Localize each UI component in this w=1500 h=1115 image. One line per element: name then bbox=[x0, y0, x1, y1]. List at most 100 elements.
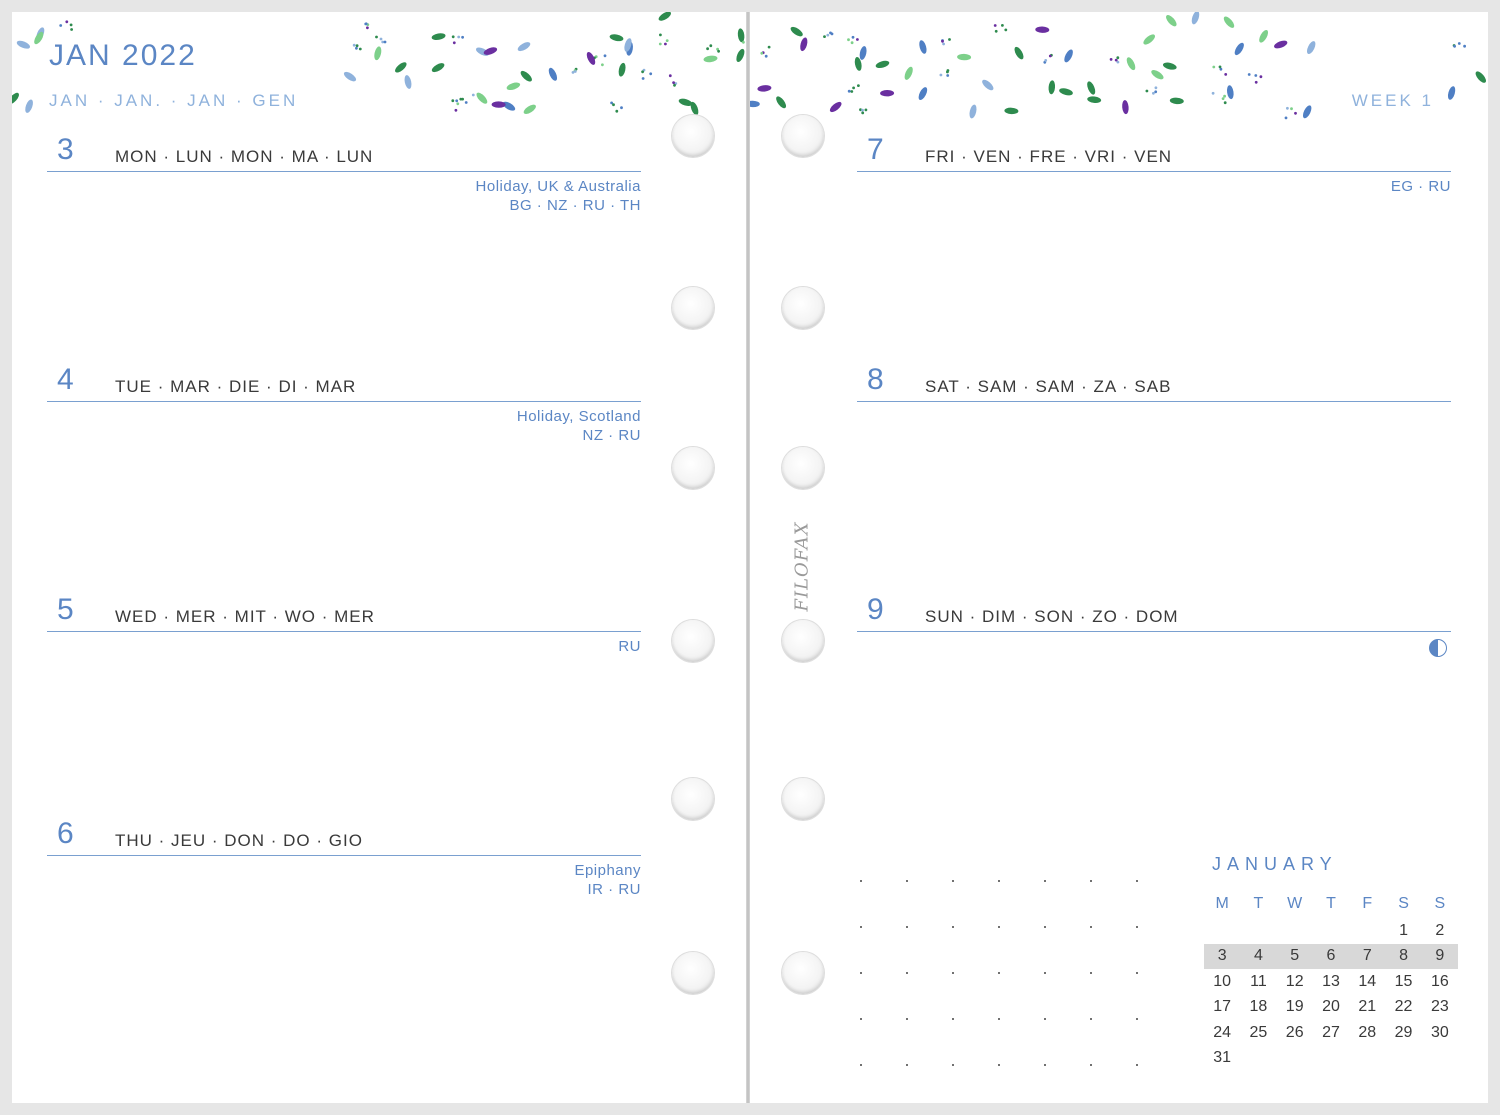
confetti-dot bbox=[659, 33, 662, 37]
day-block-8[interactable]: 8 SAT · SAM · SAM · ZA · SAB bbox=[857, 363, 1451, 473]
confetti-dot bbox=[641, 70, 644, 74]
leaf-shape bbox=[1048, 80, 1056, 95]
confetti-dot bbox=[649, 72, 653, 76]
confetti-dot bbox=[857, 84, 860, 87]
binder-hole bbox=[782, 620, 824, 662]
leaf-shape bbox=[969, 104, 977, 119]
confetti-dot bbox=[620, 106, 623, 110]
leaf-shape bbox=[1226, 85, 1234, 100]
calendar-day: 16 bbox=[1430, 972, 1449, 990]
calendar-day bbox=[1349, 1046, 1385, 1072]
day-names: THU · JEU · DON · DO · GIO bbox=[115, 831, 363, 850]
day-block-5[interactable]: 5 WED · MER · MIT · WO · MER RU bbox=[47, 593, 641, 703]
confetti-dot bbox=[1254, 80, 1258, 84]
grid-dot bbox=[1136, 1064, 1138, 1066]
confetti-dot bbox=[379, 37, 383, 41]
calendar-day: 24 bbox=[1213, 1023, 1232, 1041]
calendar-day bbox=[1277, 1046, 1313, 1072]
day-names: MON · LUN · MON · MA · LUN bbox=[115, 147, 374, 166]
confetti-dot bbox=[65, 20, 69, 24]
day-notes: RU bbox=[618, 637, 641, 656]
day-block-3[interactable]: 3 MON · LUN · MON · MA · LUN Holiday, UK… bbox=[47, 133, 641, 243]
day-block-9[interactable]: 9 SUN · DIM · SON · ZO · DOM bbox=[857, 593, 1451, 703]
leaf-shape bbox=[1151, 70, 1164, 80]
confetti-dot bbox=[1259, 75, 1263, 79]
leaf-shape bbox=[1162, 62, 1177, 70]
confetti-dot bbox=[461, 35, 464, 39]
leaf-shape bbox=[703, 55, 718, 63]
brand-wordmark: FILOFAX bbox=[791, 520, 813, 612]
confetti-dot bbox=[641, 77, 645, 80]
leaf-shape bbox=[431, 33, 446, 40]
binder-hole bbox=[672, 447, 714, 489]
confetti-dot bbox=[612, 103, 615, 107]
day-rule bbox=[857, 631, 1451, 632]
leaf-shape bbox=[919, 40, 927, 54]
calendar-day bbox=[1277, 918, 1313, 944]
calendar-day: 21 bbox=[1358, 998, 1377, 1016]
leaf-shape bbox=[904, 66, 913, 80]
confetti-dot bbox=[830, 32, 834, 36]
day-block-4[interactable]: 4 TUE · MAR · DIE · DI · MAR Holiday, Sc… bbox=[47, 363, 641, 473]
calendar-week-row: 31 bbox=[1204, 1046, 1458, 1072]
confetti-dot bbox=[1154, 86, 1158, 90]
leaf-shape bbox=[859, 46, 867, 60]
leaf-shape bbox=[431, 63, 445, 73]
day-block-7[interactable]: 7 FRI · VEN · FRE · VRI · VEN EG · RU bbox=[857, 133, 1451, 243]
day-rule bbox=[857, 401, 1451, 402]
grid-dot bbox=[952, 926, 954, 928]
leaf-shape bbox=[1191, 12, 1200, 25]
confetti-dot bbox=[1212, 65, 1216, 69]
leaf-shape bbox=[395, 62, 407, 73]
calendar-day: 7 bbox=[1349, 943, 1386, 969]
leaf-shape bbox=[374, 46, 382, 61]
leaf-shape bbox=[1169, 97, 1184, 105]
confetti-dot bbox=[1294, 111, 1297, 115]
confetti-dot bbox=[383, 40, 387, 44]
confetti-dot bbox=[1224, 73, 1228, 76]
day-notes: Holiday, UK & Australia BG · NZ · RU · T… bbox=[476, 177, 641, 215]
day-rule bbox=[47, 855, 641, 856]
leaf-shape bbox=[1004, 107, 1019, 115]
confetti-dot bbox=[1223, 94, 1226, 98]
holiday-countries: NZ · RU bbox=[582, 427, 641, 444]
leaf-shape bbox=[343, 71, 357, 82]
grid-dot bbox=[1090, 1064, 1092, 1066]
leaf-shape bbox=[404, 75, 412, 89]
weekday-header-row: M T W T F S S bbox=[1204, 890, 1458, 918]
confetti-dot bbox=[1221, 97, 1225, 100]
calendar-week-row: 10 11 12 13 14 15 16 bbox=[1204, 969, 1458, 995]
confetti-dot bbox=[939, 73, 943, 77]
confetti-dot bbox=[1044, 59, 1048, 62]
confetti-dot bbox=[601, 63, 604, 67]
right-page: WEEK 1 FILOFAX 7 FRI · VEN · FRE · VRI ·… bbox=[750, 12, 1488, 1103]
grid-dot bbox=[906, 880, 908, 882]
calendar-day: 8 bbox=[1385, 943, 1422, 969]
confetti-dot bbox=[1211, 91, 1215, 95]
day-block-6[interactable]: 6 THU · JEU · DON · DO · GIO Epiphany IR… bbox=[47, 817, 641, 927]
confetti-dot bbox=[823, 35, 826, 38]
confetti-dot bbox=[994, 29, 998, 33]
confetti-dot bbox=[471, 93, 475, 97]
confetti-dot bbox=[709, 44, 713, 48]
confetti-dot bbox=[355, 44, 359, 48]
leaf-shape bbox=[736, 48, 745, 62]
binder-hole bbox=[672, 115, 714, 157]
confetti-dot bbox=[1001, 24, 1004, 27]
grid-dot bbox=[1136, 880, 1138, 882]
leaf-shape bbox=[548, 67, 558, 81]
leaf-shape bbox=[1475, 71, 1486, 83]
day-number: 9 bbox=[867, 593, 884, 626]
leaf-shape bbox=[1223, 16, 1235, 28]
grid-dot bbox=[998, 880, 1000, 882]
weekday-header: T bbox=[1253, 895, 1264, 912]
confetti-dot bbox=[760, 51, 764, 55]
confetti-dot bbox=[1453, 44, 1456, 48]
calendar-day: 19 bbox=[1285, 998, 1304, 1016]
leaf-shape bbox=[1059, 88, 1073, 96]
leaf-shape bbox=[520, 70, 532, 82]
confetti-dot bbox=[665, 39, 669, 42]
calendar-day: 6 bbox=[1312, 943, 1350, 969]
confetti-dot bbox=[764, 54, 768, 58]
confetti-dot bbox=[1463, 44, 1466, 48]
